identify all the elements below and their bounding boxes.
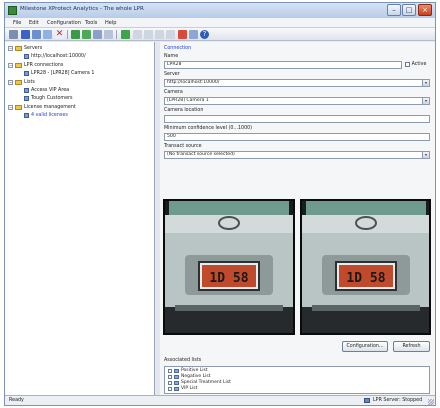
window-title: Milestone XProtect Analytics - The whole… bbox=[20, 6, 144, 12]
folder-icon bbox=[15, 63, 22, 68]
tree-node-license-item[interactable]: 4 valid licenses bbox=[22, 113, 68, 121]
tree-node-license-management[interactable]: − License management bbox=[8, 105, 76, 113]
camera-label: Camera bbox=[164, 90, 183, 95]
toolbar-separator bbox=[67, 30, 68, 39]
camera-image-live: 1D 58 bbox=[163, 199, 295, 335]
active-checkbox[interactable]: Active bbox=[405, 62, 426, 68]
connection-header: Connection bbox=[164, 46, 192, 51]
start-server-icon[interactable] bbox=[71, 30, 80, 39]
chevron-down-icon[interactable]: ▾ bbox=[422, 80, 429, 86]
resize-grip[interactable] bbox=[428, 399, 434, 405]
maximize-button[interactable]: □ bbox=[402, 4, 416, 16]
minimize-button[interactable]: – bbox=[387, 4, 401, 16]
view-icon[interactable] bbox=[104, 30, 113, 39]
back-arrow-icon[interactable] bbox=[21, 30, 30, 39]
server-label: Server bbox=[164, 72, 180, 77]
min-confidence-label: Minimum confidence level (0...1000) bbox=[164, 126, 253, 131]
refresh-icon[interactable] bbox=[121, 30, 130, 39]
tree-node-lists[interactable]: − Lists bbox=[8, 80, 35, 88]
chevron-down-icon[interactable]: ▾ bbox=[422, 152, 429, 158]
list-icon[interactable] bbox=[133, 30, 142, 39]
new-server-icon[interactable] bbox=[32, 30, 41, 39]
list-item[interactable]: VIP List bbox=[168, 386, 197, 392]
collapse-icon[interactable]: − bbox=[8, 63, 13, 68]
chevron-down-icon[interactable]: ▾ bbox=[422, 98, 429, 104]
min-confidence-input[interactable]: 500 bbox=[164, 133, 430, 141]
edit-icon[interactable] bbox=[43, 30, 52, 39]
toolbar-separator bbox=[116, 30, 117, 39]
menu-edit[interactable]: Edit bbox=[29, 20, 39, 26]
properties-icon[interactable] bbox=[93, 30, 102, 39]
transact-source-dropdown[interactable]: (No transact source selected) ▾ bbox=[164, 151, 430, 159]
app-icon bbox=[8, 6, 17, 15]
tree-node-list-item[interactable]: Access VIP Area bbox=[22, 88, 69, 96]
list-item-icon bbox=[24, 96, 29, 101]
car-rear-image: 1D 58 bbox=[165, 201, 293, 333]
name-input[interactable]: LPR28 bbox=[164, 61, 402, 69]
name-label: Name bbox=[164, 54, 179, 59]
toolbar: ✕ ? bbox=[5, 28, 435, 41]
navigation-tree: − Servers http://localhost:10000/ − LPR co… bbox=[5, 42, 155, 395]
checkbox-icon[interactable] bbox=[405, 62, 410, 67]
tree-node-server-item[interactable]: http://localhost:10000/ bbox=[22, 54, 86, 62]
server-dropdown[interactable]: http://localhost:10000/ ▾ bbox=[164, 79, 430, 87]
collapse-icon[interactable]: − bbox=[8, 46, 13, 51]
list-icon bbox=[174, 374, 179, 379]
menu-tools[interactable]: Tools bbox=[85, 20, 97, 26]
tree-node-lpr-connections[interactable]: − LPR connections bbox=[8, 63, 63, 71]
folder-icon bbox=[15, 105, 22, 110]
server-status-icon bbox=[364, 398, 370, 403]
status-text: Ready bbox=[9, 398, 24, 403]
menu-file[interactable]: File bbox=[13, 20, 21, 26]
server-status-text: LPR Server: Stopped bbox=[373, 398, 423, 403]
checkbox-icon[interactable] bbox=[168, 380, 172, 385]
list-icon bbox=[174, 368, 179, 373]
camera-dropdown[interactable]: [LPR28] Camera 1 ▾ bbox=[164, 97, 430, 105]
checkbox-icon[interactable] bbox=[168, 368, 172, 373]
transact-source-label: Transact source bbox=[164, 144, 202, 149]
configuration-button[interactable]: Configuration... bbox=[342, 341, 388, 352]
collapse-icon[interactable]: − bbox=[8, 80, 13, 85]
list-icon bbox=[174, 386, 179, 391]
menu-bar: File Edit Configuration Tools Help bbox=[5, 18, 435, 28]
main-window: Milestone XProtect Analytics - The whole… bbox=[4, 2, 436, 406]
connection-panel: Connection Name LPR28 Active Server http… bbox=[160, 42, 435, 395]
associated-lists-box: Positive List Negative List Special Trea… bbox=[164, 366, 430, 394]
camera-image-snapshot: 1D 58 bbox=[300, 199, 431, 335]
refresh-button[interactable]: Refresh bbox=[393, 341, 430, 352]
tree-node-lpr-item[interactable]: LPR28 - [LPR28] Camera 1 bbox=[22, 71, 94, 79]
list-item-icon bbox=[24, 88, 29, 93]
license-plate-text: 1D 58 bbox=[209, 271, 248, 286]
associated-lists-label: Associated lists bbox=[164, 358, 202, 363]
menu-configuration[interactable]: Configuration bbox=[47, 20, 81, 26]
status-bar: Ready LPR Server: Stopped bbox=[5, 395, 435, 405]
camera-location-label: Camera location bbox=[164, 108, 204, 113]
title-bar[interactable]: Milestone XProtect Analytics - The whole… bbox=[5, 3, 435, 18]
folder-icon bbox=[15, 46, 22, 51]
camera-icon bbox=[24, 71, 29, 76]
menu-help[interactable]: Help bbox=[105, 20, 116, 26]
help-icon[interactable]: ? bbox=[200, 30, 209, 39]
folder-icon bbox=[15, 80, 22, 85]
columns-icon[interactable] bbox=[155, 30, 164, 39]
checkbox-icon[interactable] bbox=[168, 374, 172, 379]
license-plate-text: 1D 58 bbox=[346, 271, 385, 286]
tree-node-list-item[interactable]: Tough Customers bbox=[22, 96, 73, 104]
grid-icon[interactable] bbox=[144, 30, 153, 39]
stop-icon[interactable] bbox=[178, 30, 187, 39]
export-icon[interactable] bbox=[166, 30, 175, 39]
license-icon bbox=[24, 113, 29, 118]
list-icon bbox=[174, 380, 179, 385]
play-icon[interactable] bbox=[82, 30, 91, 39]
search-icon[interactable] bbox=[189, 30, 198, 39]
server-icon bbox=[24, 54, 29, 59]
collapse-icon[interactable]: − bbox=[8, 105, 13, 110]
close-button[interactable]: × bbox=[418, 4, 432, 16]
car-rear-image: 1D 58 bbox=[302, 201, 429, 333]
camera-location-input[interactable] bbox=[164, 115, 430, 123]
tree-node-servers[interactable]: − Servers bbox=[8, 46, 42, 54]
delete-icon[interactable]: ✕ bbox=[55, 30, 64, 39]
checkbox-icon[interactable] bbox=[168, 386, 172, 391]
sidebar-toggle-icon[interactable] bbox=[9, 30, 18, 39]
